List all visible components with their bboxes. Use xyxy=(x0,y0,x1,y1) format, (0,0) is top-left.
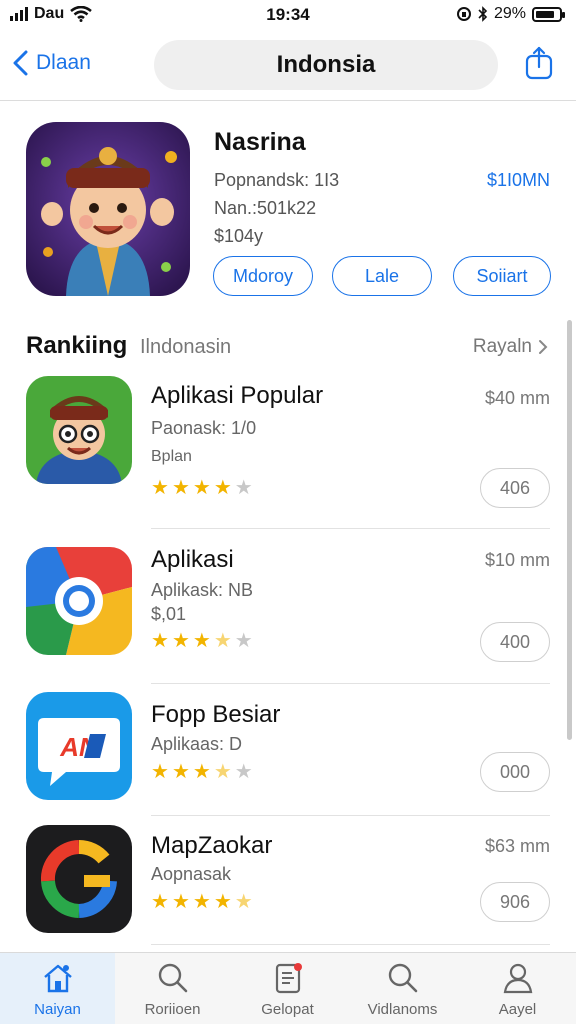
navigation-bar: Dlaan Indonsia xyxy=(0,36,576,96)
star-icon: ★ xyxy=(213,630,232,652)
scrollbar[interactable] xyxy=(567,320,572,740)
row-divider xyxy=(151,815,550,816)
home-icon xyxy=(43,964,72,993)
app-size-2: $10 mm xyxy=(484,550,550,570)
app-detail-4a: Aopnasak xyxy=(151,864,232,884)
rating-stars: ★ ★ ★ ★ ★ xyxy=(151,892,253,912)
tab-vidlanoms[interactable]: Vidlanoms xyxy=(345,953,460,1024)
star-icon: ★ xyxy=(234,891,253,913)
star-icon: ★ xyxy=(234,761,253,783)
app-size-1: $40 mm xyxy=(484,388,550,408)
star-icon: ★ xyxy=(151,761,169,783)
app-title-1[interactable]: Aplikasi Popular xyxy=(151,382,323,410)
star-icon: ★ xyxy=(171,630,190,652)
star-icon: ★ xyxy=(171,891,190,913)
get-button-2[interactable]: 400 xyxy=(480,622,550,662)
star-icon: ★ xyxy=(213,891,232,913)
row-divider xyxy=(151,944,550,945)
rating-stars: ★ ★ ★ ★ ★ xyxy=(151,478,253,498)
search-icon xyxy=(388,963,417,993)
star-icon: ★ xyxy=(192,891,211,913)
app-detail-1a: Paonask: 1/0 xyxy=(151,418,257,438)
app-title-2[interactable]: Aplikasi xyxy=(151,546,234,574)
star-icon: ★ xyxy=(192,477,211,499)
row-divider xyxy=(151,683,550,684)
featured-app-title[interactable]: Nasrina xyxy=(214,128,306,157)
tab-aayel[interactable]: Aayel xyxy=(460,953,575,1024)
featured-app-detail-1: Popnandsk: 1I3 xyxy=(214,170,340,190)
tab-roriioen[interactable]: Roriioen xyxy=(115,953,230,1024)
row-divider xyxy=(151,528,550,529)
app-title-4[interactable]: MapZaokar xyxy=(151,832,272,860)
featured-button-3[interactable]: Soiiart xyxy=(453,256,551,296)
lock-rotation-icon xyxy=(456,7,471,21)
get-button-1[interactable]: 406 xyxy=(480,468,550,508)
get-button-4[interactable]: 906 xyxy=(480,882,550,922)
search-field[interactable]: Indonsia xyxy=(154,40,498,90)
app-detail-3a: Aplikaas: D xyxy=(151,734,243,754)
star-icon: ★ xyxy=(171,477,190,499)
browser-icon[interactable] xyxy=(26,547,132,655)
tab-label: Aayel xyxy=(498,1001,537,1018)
featured-button-1[interactable]: Mdoroy xyxy=(213,256,313,296)
rating-stars: ★ ★ ★ ★ ★ xyxy=(151,762,253,782)
get-button-3[interactable]: 000 xyxy=(480,752,550,792)
status-bar: Dau 19:34 29% xyxy=(0,0,576,30)
app-title-3[interactable]: Fopp Besiar xyxy=(151,701,280,729)
star-icon: ★ xyxy=(192,630,211,652)
star-icon: ★ xyxy=(151,477,169,499)
featured-app-detail-2: Nan.:501k22 xyxy=(214,198,317,218)
tab-naiyan[interactable]: Naiyan xyxy=(0,953,115,1024)
star-icon: ★ xyxy=(151,630,169,652)
app-detail-2b: $,01 xyxy=(151,604,187,624)
see-all-link[interactable]: Rayaln xyxy=(473,336,548,358)
tab-label: Naiyan xyxy=(34,1001,81,1018)
section-subtitle: Ilndonasin xyxy=(140,336,232,358)
profile-icon xyxy=(503,963,532,994)
featured-app-detail-3: $104y xyxy=(214,226,264,246)
rating-stars: ★ ★ ★ ★ ★ xyxy=(151,631,253,651)
featured-button-2[interactable]: Lale xyxy=(332,256,432,296)
section-title: Rankiing xyxy=(26,332,128,359)
star-icon: ★ xyxy=(192,761,211,783)
featured-app-icon[interactable] xyxy=(26,122,190,296)
app-size-4: $63 mm xyxy=(484,836,550,856)
star-icon: ★ xyxy=(234,477,253,499)
chevron-left-icon xyxy=(13,50,28,76)
battery-icon xyxy=(532,6,565,22)
see-all-label: Rayaln xyxy=(472,336,532,357)
back-button[interactable]: Dlaan xyxy=(12,50,91,76)
nav-divider xyxy=(0,100,576,101)
tab-label: Roriioen xyxy=(144,1001,201,1018)
app-detail-2a: Aplikask: NB xyxy=(151,580,254,600)
tab-label: Gelopat xyxy=(261,1001,314,1018)
portrait-icon[interactable] xyxy=(26,376,132,484)
star-icon: ★ xyxy=(213,477,232,499)
chevron-right-icon xyxy=(539,340,548,354)
share-icon[interactable] xyxy=(524,46,554,80)
tab-bar: Naiyan Roriioen Gelopat Vidlanoms Aayel xyxy=(0,952,576,1024)
search-icon xyxy=(158,963,187,993)
app-detail-1b: Bplan xyxy=(151,448,192,465)
bluetooth-icon xyxy=(478,6,488,22)
search-text: Indonsia xyxy=(276,51,376,78)
chat-icon[interactable]: AN xyxy=(26,692,132,800)
star-icon: ★ xyxy=(213,761,232,783)
map-icon[interactable] xyxy=(26,825,132,933)
tab-label: Vidlanoms xyxy=(367,1001,438,1018)
tab-gelopat[interactable]: Gelopat xyxy=(230,953,345,1024)
featured-app-price: $1I0MN xyxy=(486,170,550,190)
back-label: Dlaan xyxy=(36,51,91,74)
document-icon xyxy=(275,963,302,994)
battery-percent: 29% xyxy=(493,5,526,22)
star-icon: ★ xyxy=(171,761,190,783)
star-icon: ★ xyxy=(234,630,253,652)
star-icon: ★ xyxy=(151,891,169,913)
